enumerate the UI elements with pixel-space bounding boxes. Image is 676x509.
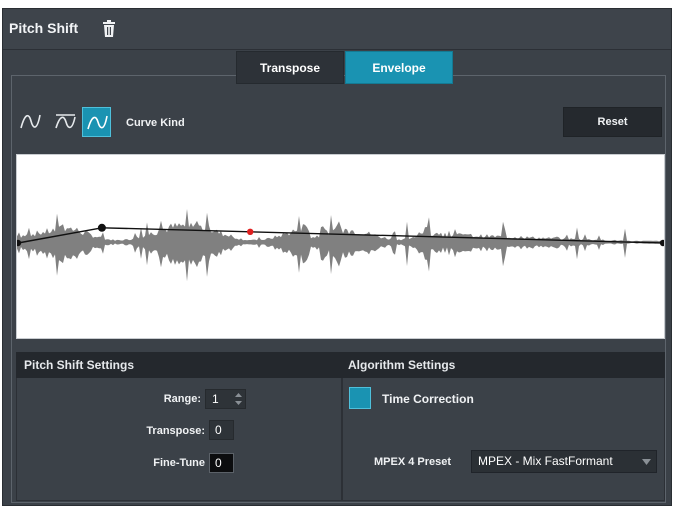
transpose-field[interactable]: 0 bbox=[209, 420, 234, 440]
curve-kind-damped-spline-button[interactable] bbox=[51, 107, 80, 137]
curve-kind-linear-button[interactable] bbox=[82, 107, 111, 137]
waveform bbox=[17, 209, 663, 282]
fine-tune-label: Fine-Tune bbox=[153, 457, 205, 469]
title-bar: Pitch Shift bbox=[3, 9, 671, 50]
curve-kind-label: Curve Kind bbox=[126, 117, 185, 129]
mpex-preset-label: MPEX 4 Preset bbox=[374, 456, 452, 468]
reset-button[interactable]: Reset bbox=[563, 107, 662, 137]
time-correction-label: Time Correction bbox=[382, 392, 474, 406]
trash-icon[interactable] bbox=[102, 20, 116, 37]
fine-tune-field[interactable]: 0 bbox=[209, 453, 234, 473]
time-correction-toggle[interactable] bbox=[349, 387, 371, 409]
mpex-preset-select[interactable]: MPEX - Mix FastFormant bbox=[471, 450, 657, 473]
waveform-display bbox=[17, 209, 664, 282]
spline-curve-icon bbox=[20, 114, 41, 129]
envelope-editor[interactable] bbox=[16, 154, 665, 339]
curve-kind-spline-button[interactable] bbox=[16, 107, 45, 137]
tab-envelope[interactable]: Envelope bbox=[345, 51, 453, 84]
range-label: Range: bbox=[163, 393, 201, 405]
pitch-shift-settings-header: Pitch Shift Settings bbox=[16, 352, 342, 378]
range-value: 1 bbox=[212, 392, 219, 406]
algorithm-settings-header: Algorithm Settings bbox=[342, 352, 665, 378]
stepper-arrows-icon[interactable] bbox=[234, 391, 243, 407]
transpose-label: Transpose: bbox=[146, 425, 205, 437]
chevron-down-icon bbox=[642, 459, 651, 465]
tab-transpose[interactable]: Transpose bbox=[236, 51, 344, 84]
range-stepper[interactable]: 1 bbox=[205, 389, 246, 409]
envelope-point[interactable] bbox=[659, 239, 664, 247]
damped-spline-curve-icon bbox=[55, 114, 76, 129]
linear-curve-icon bbox=[87, 115, 108, 130]
envelope-point[interactable] bbox=[97, 223, 106, 232]
mpex-preset-value: MPEX - Mix FastFormant bbox=[478, 454, 613, 468]
playhead-marker bbox=[247, 228, 254, 235]
window-title: Pitch Shift bbox=[9, 20, 79, 36]
